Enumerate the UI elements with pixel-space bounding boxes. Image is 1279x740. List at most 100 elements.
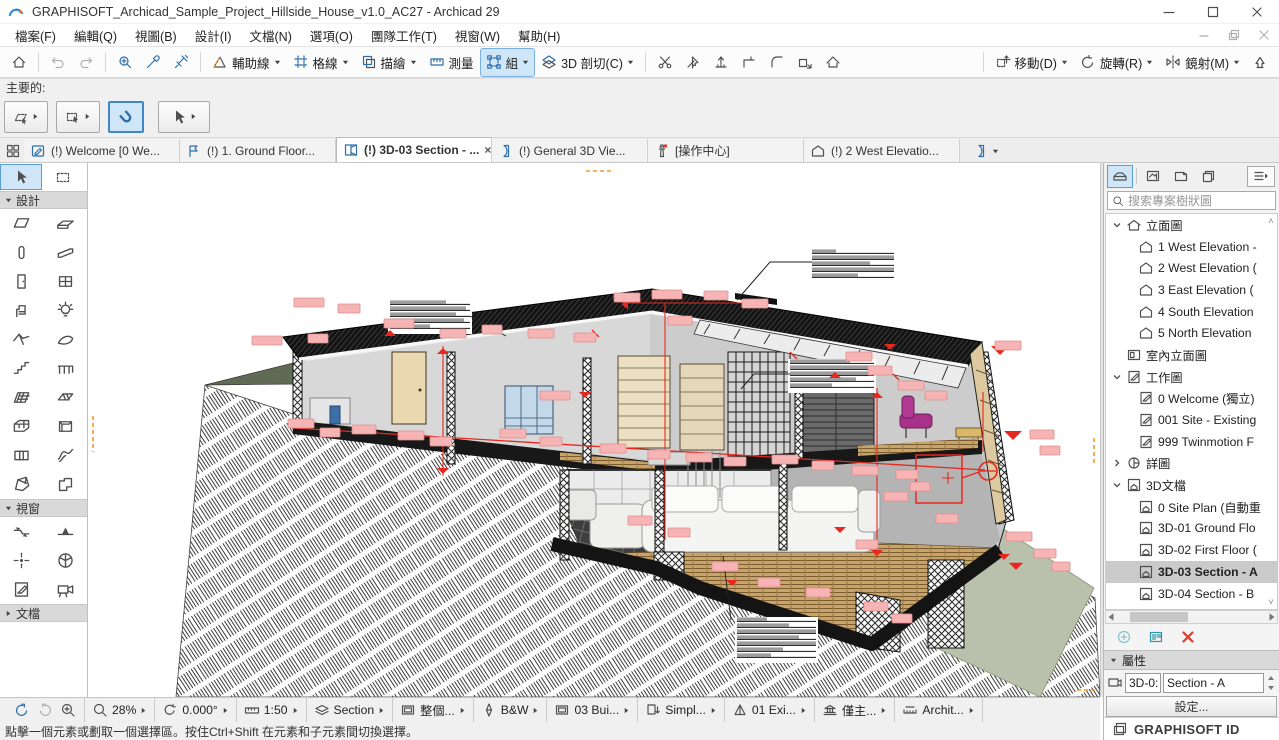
tool-zone[interactable] [44,470,88,499]
toolbar-resizetool-button[interactable] [792,50,818,74]
tool-stair[interactable] [0,354,44,383]
tool-orbit[interactable] [0,546,44,575]
expand-icon[interactable] [1112,480,1122,490]
tree-horizontal-scrollbar[interactable] [1105,610,1278,624]
quick-option-zoom-level[interactable]: 28% [85,698,155,722]
toolbar-syringe-button[interactable] [168,50,194,74]
quick-option-graphic-override[interactable]: 03 Bui... [547,698,638,722]
menu-item-7[interactable]: 視窗(W) [446,24,509,47]
settings-button[interactable]: 設定... [1106,696,1277,717]
tab-overview-button[interactable] [2,140,24,162]
scroll-left-icon[interactable] [1106,612,1116,622]
tree-item-2[interactable]: 2 West Elevation ( [1106,257,1277,279]
add-viewpoint-button[interactable] [1116,629,1132,645]
toolbar-grouptool-button[interactable]: 組 [481,49,535,76]
tab-list-dropdown[interactable] [968,140,1004,162]
viewpoint-settings-button[interactable] [1148,629,1164,645]
tree-item-10[interactable]: 999 Twinmotion F [1106,431,1277,453]
menu-item-2[interactable]: 視圖(B) [126,24,186,47]
properties-header[interactable]: 屬性 [1104,650,1279,670]
nav-forward-button[interactable] [37,702,53,718]
close-button[interactable] [1235,0,1279,23]
project-map-button[interactable] [1108,166,1132,187]
menu-item-8[interactable]: 幫助(H) [509,24,569,47]
tool-slab[interactable] [44,209,88,238]
menu-item-3[interactable]: 設計(I) [186,24,241,47]
tree-item-16[interactable]: 3D-03 Section - A [1106,561,1277,583]
scroll-right-icon[interactable] [1267,612,1277,622]
tool-elevtool[interactable] [44,517,88,546]
tool-sectool[interactable] [0,517,44,546]
quick-option-dimension-style[interactable]: Archit... [895,698,982,722]
graphisoft-id-bar[interactable]: GRAPHISOFT ID [1104,717,1279,740]
tool-beam[interactable] [44,238,88,267]
expand-icon[interactable] [1112,372,1122,382]
layout-book-button[interactable] [1169,166,1193,187]
tree-item-8[interactable]: 0 Welcome (獨立) [1106,388,1277,410]
tree-item-13[interactable]: 0 Site Plan (自動重 [1106,496,1277,518]
quick-option-scale[interactable]: 1:50 [237,698,307,722]
toolbar-trace-button[interactable]: 描繪 [356,49,422,76]
toolbar-cornertool-button[interactable] [736,50,762,74]
navigator-menu-button[interactable] [1247,166,1275,187]
tree-item-14[interactable]: 3D-01 Ground Flo [1106,518,1277,540]
marquee-select-tool-button[interactable] [56,101,100,133]
quick-option-dimension-pref[interactable]: 僅主... [815,698,896,722]
tool-window[interactable] [44,267,88,296]
menu-item-1[interactable]: 編輯(Q) [65,24,126,47]
tool-roof[interactable] [0,325,44,354]
toolbar-zoomsel-button[interactable] [112,50,138,74]
tool-axon[interactable] [44,546,88,575]
tool-shell[interactable] [44,325,88,354]
menu-item-4[interactable]: 文檔(N) [241,24,301,47]
toolbox-section-document[interactable]: 文檔 [0,604,87,622]
field-scroll-icon[interactable] [1266,675,1276,691]
toolbar-fillet-button[interactable] [764,50,790,74]
quick-option-pen-set[interactable]: B&W [474,698,548,722]
tool-lamp[interactable] [44,296,88,325]
scroll-up-icon[interactable]: ˄ [1266,216,1276,226]
quick-option-orientation[interactable]: 0.000° [155,698,236,722]
tree-item-0[interactable]: 立面圖 [1106,214,1277,236]
tree-item-5[interactable]: 5 North Elevation [1106,322,1277,344]
scrollbar-thumb[interactable] [1130,612,1188,622]
tab-1[interactable]: (!) 1. Ground Floor... [180,139,336,162]
arrow-tool[interactable] [1,165,41,189]
toolbar-movetool-button[interactable]: 移動(D) [990,49,1073,76]
pan-polygon-tool-button[interactable] [4,101,48,133]
expand-icon[interactable] [1112,220,1122,230]
tool-wksheet[interactable] [0,575,44,604]
toolbar-stamp-button[interactable] [1247,50,1273,74]
toolbox-section-design[interactable]: 設計 [0,191,87,209]
toolbar-measure-button[interactable]: 測量 [424,49,479,76]
toolbar-roofhome-button[interactable] [820,50,846,74]
arrow-tool-button[interactable] [158,101,210,133]
tree-item-6[interactable]: 室內立面圖 [1106,344,1277,366]
tree-item-17[interactable]: 3D-04 Section - B [1106,583,1277,605]
tool-curtain[interactable] [0,383,44,412]
quick-option-renovation-filter[interactable]: Simpl... [638,698,725,722]
tree-item-12[interactable]: 3D文檔 [1106,474,1277,496]
toolbar-redo-button[interactable] [73,50,99,74]
toolbar-adjust-button[interactable] [708,50,734,74]
quick-option-3d-style[interactable]: 01 Exi... [725,698,815,722]
marquee-tool[interactable] [43,165,83,189]
tree-item-11[interactable]: 詳圖 [1106,453,1277,475]
tree-search-input[interactable]: 搜索專案樹狀圖 [1107,191,1276,210]
tool-morph[interactable] [0,470,44,499]
tree-item-1[interactable]: 1 West Elevation - [1106,236,1277,258]
tool-door[interactable] [0,267,44,296]
tab-0[interactable]: (!) Welcome [0 We... [24,139,180,162]
tool-wall[interactable] [0,209,44,238]
quick-option-layer-combination[interactable]: Section [307,698,394,722]
doc-close-button[interactable] [1249,27,1279,43]
tool-opening[interactable] [0,441,44,470]
doc-restore-button[interactable] [1219,27,1249,43]
toolbox-section-views[interactable]: 視窗 [0,499,87,517]
maximize-button[interactable] [1191,0,1235,23]
publisher-button[interactable] [1197,166,1221,187]
toolbar-splittool-button[interactable] [680,50,706,74]
tool-column[interactable] [0,238,44,267]
tab-close-icon[interactable]: × [484,143,491,157]
collapse-icon[interactable] [1112,458,1122,468]
